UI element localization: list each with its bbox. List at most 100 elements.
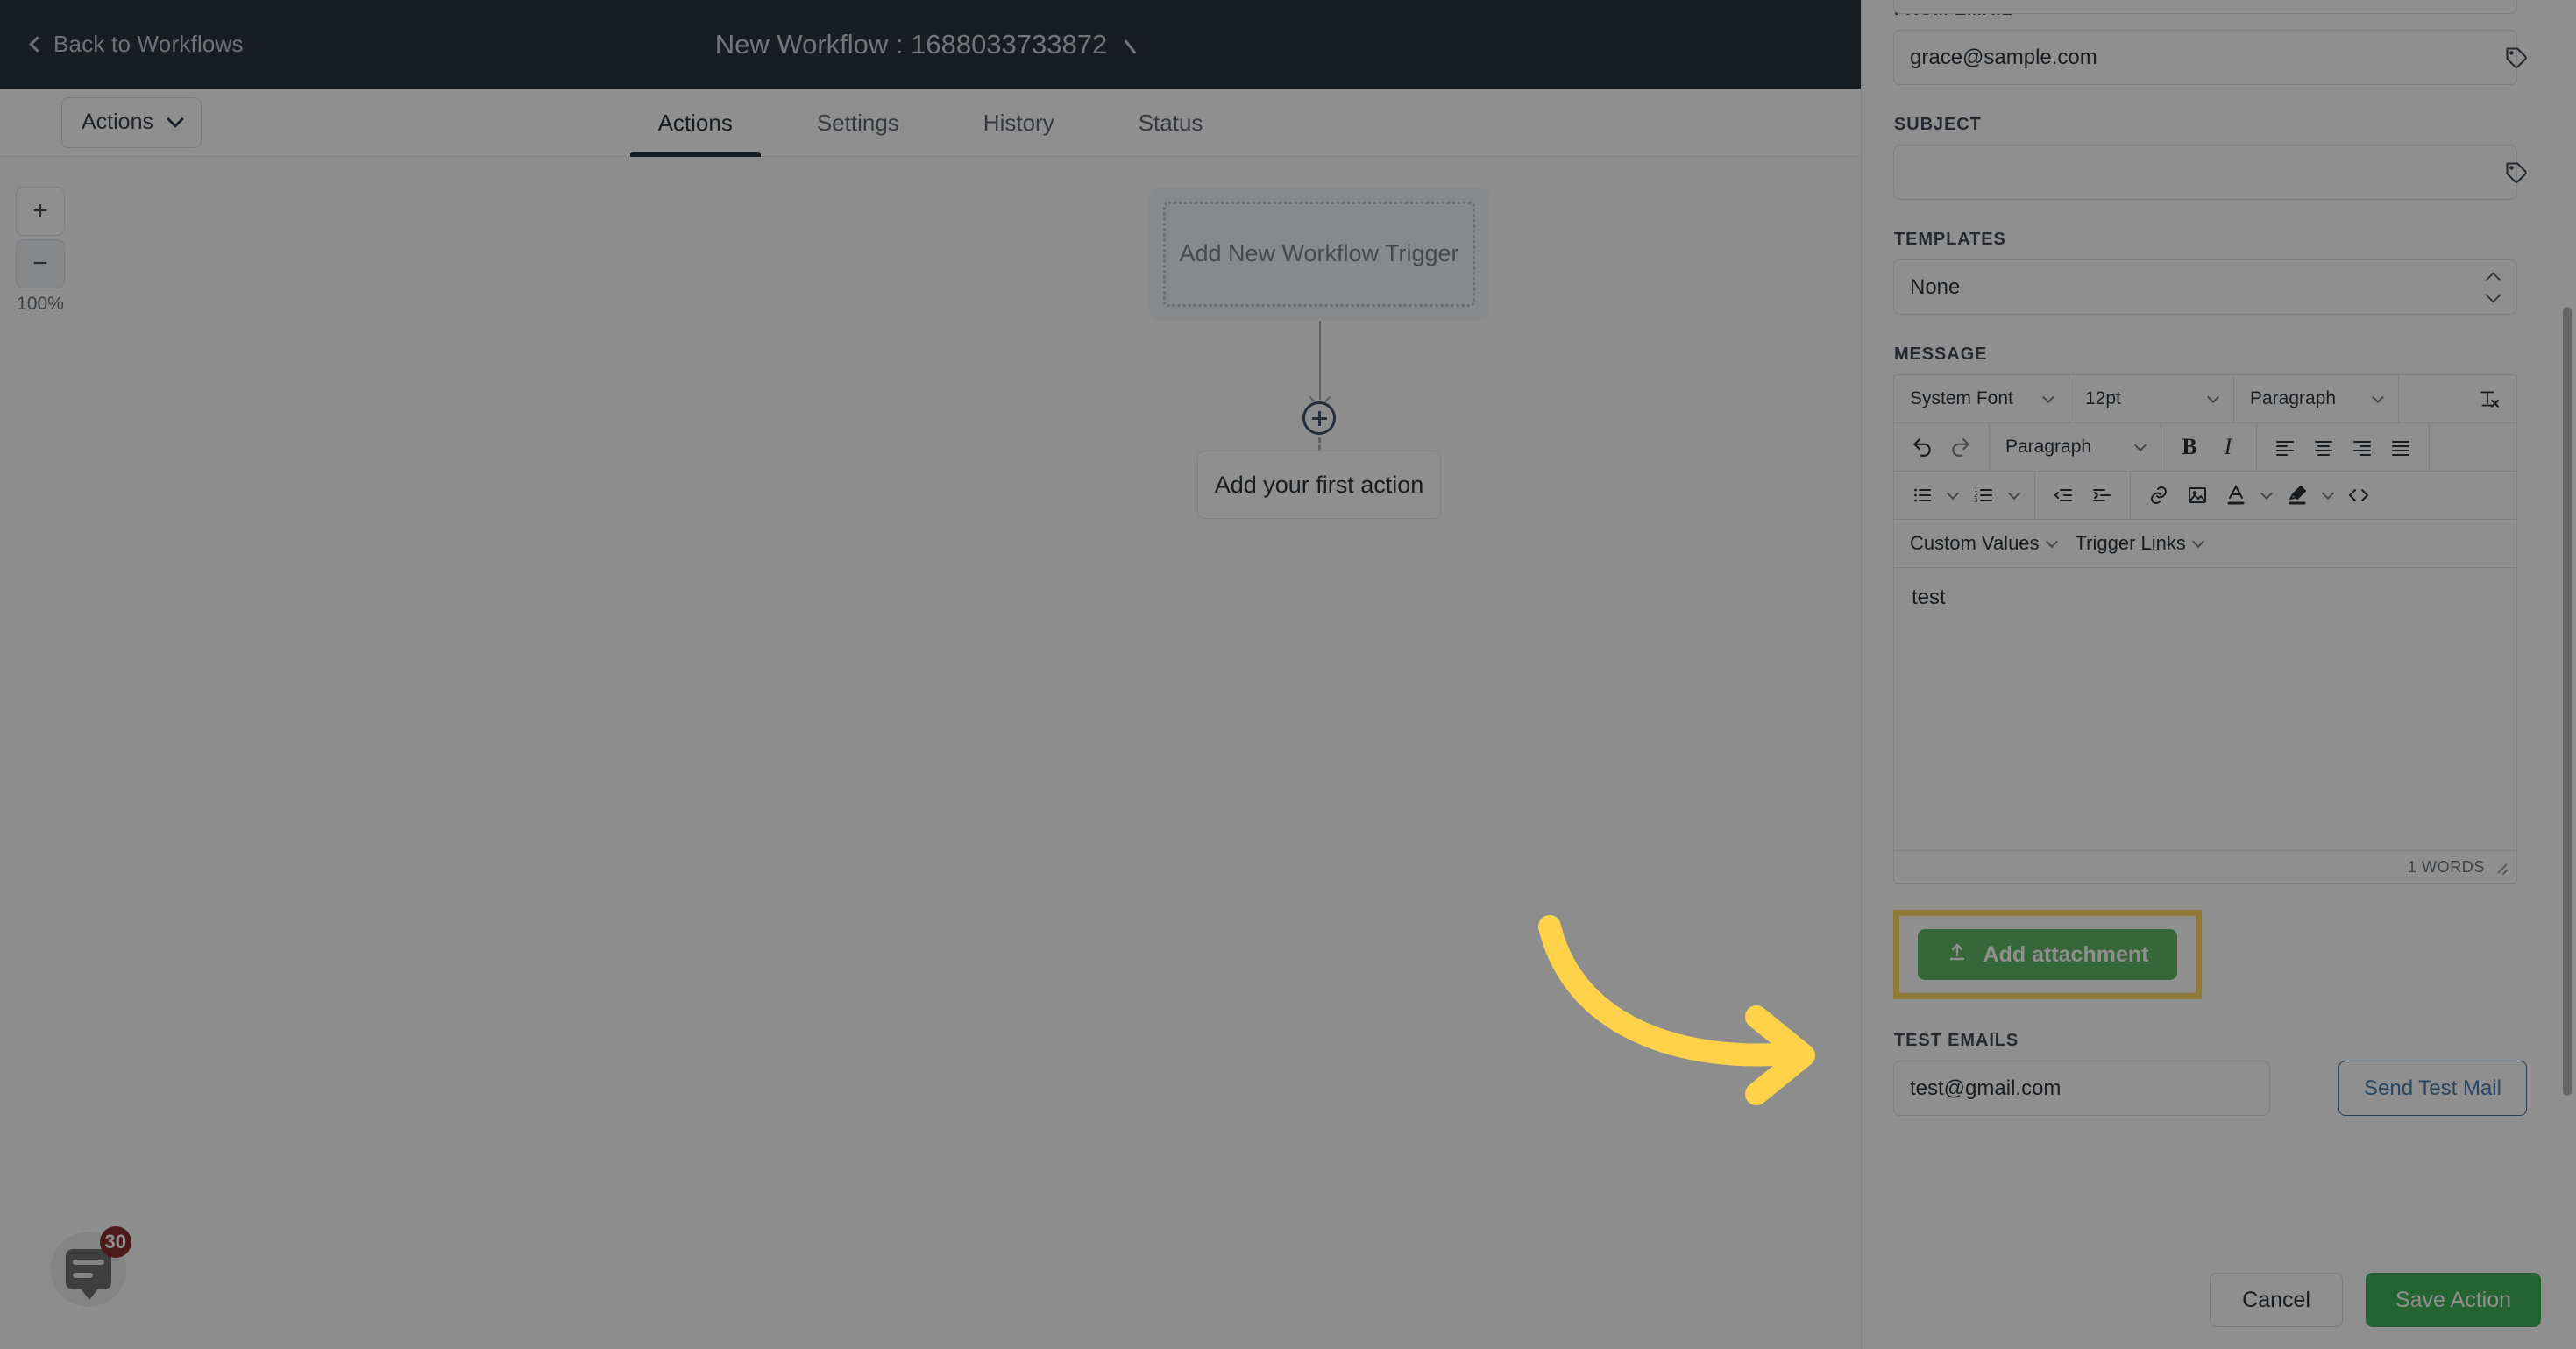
font-size-value: 12pt bbox=[2085, 388, 2121, 408]
resize-grip-icon[interactable] bbox=[2495, 860, 2509, 874]
panel-scrollbar-thumb[interactable] bbox=[2563, 307, 2572, 1096]
templates-label: TEMPLATES bbox=[1894, 230, 2006, 249]
tag-icon[interactable] bbox=[2504, 160, 2529, 185]
add-workflow-trigger-label: Add New Workflow Trigger bbox=[1163, 202, 1475, 307]
save-action-button[interactable]: Save Action bbox=[2365, 1273, 2541, 1327]
bullet-list-icon[interactable] bbox=[1903, 472, 1941, 519]
upload-icon bbox=[1947, 941, 1968, 969]
workflow-canvas[interactable]: + − 100% Add New Workflow Trigger Add yo… bbox=[0, 157, 1861, 1349]
highlight-options-icon[interactable] bbox=[2317, 472, 2339, 519]
cancel-button[interactable]: Cancel bbox=[2210, 1273, 2343, 1327]
panel-scrollbar-track[interactable] bbox=[2563, 0, 2572, 1349]
block-format-value: Paragraph bbox=[2005, 437, 2092, 457]
font-family-value: System Font bbox=[1910, 388, 2013, 408]
tabs-bar: Actions Actions Settings History Status bbox=[0, 89, 1861, 157]
test-emails-input[interactable]: test@gmail.com bbox=[1893, 1061, 2270, 1116]
test-emails-group: TEST EMAILS test@gmail.com bbox=[1893, 1031, 2270, 1116]
tab-settings[interactable]: Settings bbox=[775, 89, 941, 157]
italic-button[interactable]: I bbox=[2209, 423, 2247, 471]
custom-values-label: Custom Values bbox=[1910, 532, 2040, 554]
align-left-icon[interactable] bbox=[2266, 423, 2304, 471]
node-connector bbox=[1149, 321, 1489, 472]
subject-input[interactable] bbox=[1893, 145, 2517, 200]
source-code-icon[interactable] bbox=[2339, 472, 2378, 519]
image-icon[interactable] bbox=[2178, 472, 2217, 519]
editor-toolbar-row-3: 123 bbox=[1894, 472, 2516, 520]
chevron-down-icon bbox=[2206, 390, 2220, 403]
chevron-left-icon bbox=[29, 35, 46, 53]
message-editor: System Font 12pt Paragraph Paragraph B I… bbox=[1893, 374, 2517, 884]
tab-settings-label: Settings bbox=[816, 109, 899, 136]
toolbar-row2-spacer bbox=[2430, 423, 2516, 471]
chevron-down-icon bbox=[2133, 438, 2147, 451]
block-format-value-top: Paragraph bbox=[2250, 388, 2337, 408]
app-root: Back to Workflows New Workflow : 1688033… bbox=[0, 0, 2576, 1349]
numbered-list-options-icon[interactable] bbox=[2003, 472, 2026, 519]
trigger-links-dropdown[interactable]: Trigger Links bbox=[2069, 532, 2210, 555]
align-right-icon[interactable] bbox=[2343, 423, 2381, 471]
templates-select-value: None bbox=[1910, 274, 1961, 299]
pencil-icon[interactable] bbox=[1126, 35, 1146, 54]
trigger-links-label: Trigger Links bbox=[2075, 532, 2186, 554]
tab-history[interactable]: History bbox=[941, 89, 1096, 157]
templates-select[interactable]: None bbox=[1893, 259, 2517, 315]
chat-widget-button[interactable]: 30 bbox=[51, 1226, 131, 1307]
from-email-input[interactable]: grace@sample.com bbox=[1893, 30, 2517, 85]
bold-button[interactable]: B bbox=[2170, 423, 2209, 471]
tab-status[interactable]: Status bbox=[1096, 89, 1245, 157]
list-group: 123 bbox=[1894, 472, 2035, 519]
history-group bbox=[1894, 423, 1990, 471]
outdent-icon[interactable] bbox=[2044, 472, 2083, 519]
block-format-select-top[interactable]: Paragraph bbox=[2234, 375, 2399, 422]
editor-toolbar-row-1: System Font 12pt Paragraph bbox=[1894, 375, 2516, 423]
send-test-mail-button[interactable]: Send Test Mail bbox=[2338, 1061, 2527, 1116]
undo-icon[interactable] bbox=[1903, 423, 1941, 471]
add-workflow-trigger-node[interactable]: Add New Workflow Trigger bbox=[1149, 188, 1489, 321]
clear-formatting-icon[interactable] bbox=[2469, 375, 2508, 422]
link-icon[interactable] bbox=[2140, 472, 2178, 519]
editor-status-bar: 1 WORDS bbox=[1894, 850, 2516, 883]
text-color-options-icon[interactable] bbox=[2255, 472, 2278, 519]
add-first-action-button[interactable]: Add your first action bbox=[1197, 451, 1441, 519]
action-settings-panel: FROM EMAIL grace@sample.com SUBJECT bbox=[1861, 0, 2576, 1349]
previous-field-partial[interactable] bbox=[1893, 0, 2517, 14]
numbered-list-icon[interactable]: 123 bbox=[1964, 472, 2003, 519]
zoom-out-label: − bbox=[32, 249, 48, 278]
clear-format-group bbox=[2399, 375, 2516, 422]
align-justify-icon[interactable] bbox=[2381, 423, 2420, 471]
tab-history-label: History bbox=[983, 109, 1054, 136]
workflow-node-group: Add New Workflow Trigger Add your first … bbox=[1149, 188, 1489, 519]
custom-values-dropdown[interactable]: Custom Values bbox=[1903, 532, 2063, 555]
indent-icon[interactable] bbox=[2083, 472, 2121, 519]
text-style-group: B I bbox=[2161, 423, 2257, 471]
highlight-icon[interactable] bbox=[2278, 472, 2317, 519]
align-center-icon[interactable] bbox=[2304, 423, 2343, 471]
from-email-group: grace@sample.com bbox=[1893, 30, 2544, 85]
text-color-icon[interactable] bbox=[2217, 472, 2255, 519]
subject-label: SUBJECT bbox=[1894, 115, 1982, 134]
tag-icon[interactable] bbox=[2504, 46, 2529, 70]
tab-list: Actions Settings History Status bbox=[0, 89, 1861, 157]
font-family-select[interactable]: System Font bbox=[1894, 375, 2069, 422]
message-label: MESSAGE bbox=[1894, 344, 1988, 364]
message-body-input[interactable]: test bbox=[1894, 568, 2516, 850]
chevron-updown-icon bbox=[2485, 271, 2501, 303]
back-to-workflows-link[interactable]: Back to Workflows bbox=[29, 31, 244, 58]
tab-actions-label: Actions bbox=[657, 109, 733, 136]
redo-icon[interactable] bbox=[1941, 423, 1980, 471]
chevron-down-icon bbox=[2041, 390, 2055, 403]
subject-group bbox=[1893, 145, 2544, 200]
block-format-select[interactable]: Paragraph bbox=[1990, 423, 2161, 471]
test-emails-label: TEST EMAILS bbox=[1894, 1031, 2019, 1050]
bullet-list-options-icon[interactable] bbox=[1941, 472, 1964, 519]
zoom-out-button[interactable]: − bbox=[16, 239, 65, 288]
chevron-down-icon bbox=[2191, 535, 2204, 548]
tab-actions[interactable]: Actions bbox=[616, 89, 775, 157]
add-attachment-label: Add attachment bbox=[1983, 941, 2149, 967]
add-attachment-button[interactable]: Add attachment bbox=[1918, 929, 2177, 980]
font-size-select[interactable]: 12pt bbox=[2069, 375, 2234, 422]
plus-circle-icon[interactable] bbox=[1302, 401, 1336, 435]
zoom-in-button[interactable]: + bbox=[16, 187, 65, 236]
svg-text:3: 3 bbox=[1975, 498, 1978, 504]
word-count: 1 WORDS bbox=[2407, 857, 2485, 876]
